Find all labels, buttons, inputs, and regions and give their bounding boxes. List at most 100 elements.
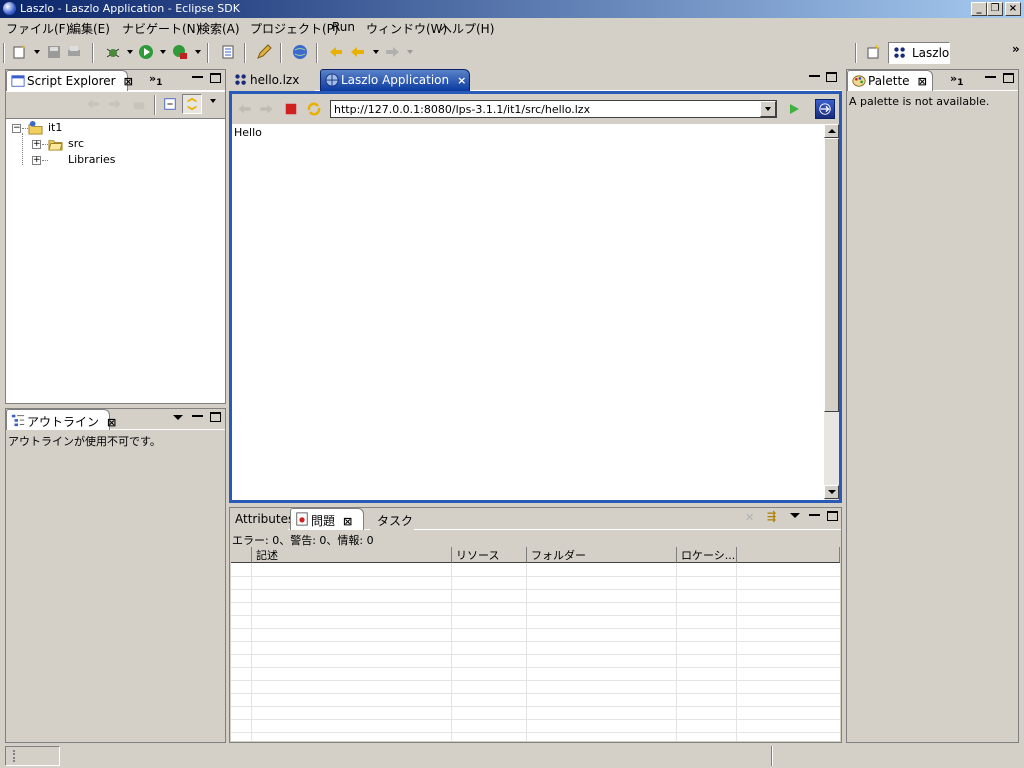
table-row <box>231 629 840 642</box>
fast-view-bar[interactable] <box>5 746 60 766</box>
scroll-down-button[interactable] <box>824 485 839 499</box>
status-separator <box>771 746 773 766</box>
tab-attributes[interactable]: Attributes <box>230 508 294 530</box>
menu-search[interactable]: 検索(A) <box>198 20 240 37</box>
url-input[interactable]: http://127.0.0.1:8080/lps-3.1.1/it1/src/… <box>330 100 777 118</box>
close-view-icon[interactable]: ⊠ <box>918 75 927 88</box>
scroll-up-button[interactable] <box>824 124 839 138</box>
menu-window[interactable]: ウィンドウ(W) <box>366 20 447 37</box>
new-dropdown-icon[interactable] <box>34 50 40 54</box>
perspective-laszlo[interactable]: Laszlo <box>888 42 950 64</box>
close-view-icon[interactable]: ⊠ <box>343 515 352 528</box>
scroll-thumb[interactable] <box>824 138 839 412</box>
title-bar[interactable]: Laszlo - Laszlo Application - Eclipse SD… <box>0 0 1024 18</box>
browser-go-icon[interactable] <box>786 101 802 117</box>
link-with-editor-toggle[interactable] <box>182 94 202 114</box>
tab-tasks[interactable]: タスク <box>370 508 414 530</box>
filter-icon[interactable]: ⇶ <box>767 510 776 523</box>
menu-run[interactable]: Run <box>332 20 355 34</box>
tab-outline[interactable]: アウトライン ⊠ <box>6 409 116 430</box>
delete-icon[interactable]: ✕ <box>745 511 754 524</box>
minimize-view-icon[interactable] <box>192 73 203 78</box>
grid-line <box>251 563 252 741</box>
palette-view: Palette ⊠ »1 A palette is not available. <box>846 69 1019 743</box>
view-menu-icon[interactable] <box>790 513 800 518</box>
minimize-view-icon[interactable] <box>192 412 203 417</box>
save-icon[interactable] <box>46 44 62 60</box>
back-icon[interactable] <box>350 44 366 60</box>
expand-toggle-icon[interactable]: + <box>32 140 41 149</box>
column-header-location[interactable]: ロケーシ... <box>677 547 737 563</box>
editor-tabs: hello.lzx Laszlo Application × <box>229 69 842 91</box>
forward-icon[interactable] <box>384 44 400 60</box>
menu-file[interactable]: ファイル(F) <box>6 20 70 37</box>
edit-pencil-icon[interactable] <box>256 44 272 60</box>
palette-content: A palette is not available. <box>847 92 1018 742</box>
forward-dropdown-icon[interactable] <box>407 50 413 54</box>
last-edit-location-icon[interactable] <box>328 44 344 60</box>
column-header-folder[interactable]: フォルダー <box>527 547 677 563</box>
url-history-dropdown[interactable] <box>760 101 776 117</box>
web-browser-icon[interactable] <box>292 44 308 60</box>
run-dropdown-icon[interactable] <box>160 50 166 54</box>
external-tools-icon[interactable] <box>172 44 188 60</box>
collapse-toggle-icon[interactable]: − <box>12 124 21 133</box>
maximize-view-icon[interactable] <box>210 73 221 83</box>
tab-palette[interactable]: Palette ⊠ <box>847 70 933 91</box>
menu-project[interactable]: プロジェクト(P) <box>250 20 339 37</box>
minimize-view-icon[interactable] <box>985 73 996 78</box>
new-icon[interactable] <box>12 44 28 60</box>
print-icon[interactable] <box>66 44 82 60</box>
browser-forward-icon[interactable] <box>259 102 274 116</box>
close-editor-icon[interactable]: × <box>457 74 466 87</box>
external-tools-dropdown-icon[interactable] <box>195 50 201 54</box>
back-dropdown-icon[interactable] <box>373 50 379 54</box>
view-overflow-chevron[interactable]: »1 <box>950 72 963 88</box>
minimize-editor-icon[interactable] <box>809 72 820 77</box>
back-icon[interactable] <box>86 97 100 111</box>
browser-stop-icon[interactable] <box>284 102 298 116</box>
column-header-resource[interactable]: リソース <box>452 547 527 563</box>
tab-hello-lzx[interactable]: hello.lzx <box>229 69 315 91</box>
column-header-description[interactable]: 記述 <box>252 547 452 563</box>
browser-vertical-scrollbar[interactable] <box>824 124 839 500</box>
up-folder-icon[interactable] <box>132 97 146 111</box>
maximize-view-icon[interactable] <box>827 511 838 521</box>
maximize-view-icon[interactable] <box>210 412 221 422</box>
minimize-view-icon[interactable] <box>809 511 820 516</box>
tab-problems[interactable]: 問題 ⊠ <box>290 508 364 530</box>
tab-laszlo-application[interactable]: Laszlo Application × <box>320 69 470 91</box>
maximize-editor-icon[interactable] <box>826 72 837 82</box>
laszlo-logo-button[interactable] <box>815 99 835 119</box>
table-row <box>231 720 840 733</box>
close-window-button[interactable]: × <box>1005 2 1021 16</box>
debug-icon[interactable] <box>105 44 121 60</box>
open-perspective-icon[interactable] <box>866 44 882 60</box>
run-icon[interactable] <box>138 44 154 60</box>
view-menu-icon[interactable] <box>210 99 216 103</box>
expand-toggle-icon[interactable]: + <box>32 156 41 165</box>
browser-refresh-icon[interactable] <box>306 101 322 117</box>
perspective-overflow-chevron[interactable]: » <box>1012 42 1020 56</box>
browser-back-icon[interactable] <box>237 102 252 116</box>
eclipse-icon <box>3 2 16 15</box>
debug-dropdown-icon[interactable] <box>127 50 133 54</box>
tab-label: アウトライン <box>27 415 100 429</box>
forward-icon[interactable] <box>108 97 122 111</box>
view-overflow-chevron[interactable]: »1 <box>149 72 162 88</box>
menu-edit[interactable]: 編集(E) <box>69 20 110 37</box>
collapse-all-icon[interactable] <box>163 97 177 111</box>
column-header-icon[interactable] <box>231 547 252 563</box>
minimize-window-button[interactable]: _ <box>971 2 987 16</box>
grid-line <box>676 563 677 741</box>
menu-navigate[interactable]: ナビゲート(N) <box>122 20 200 37</box>
menu-help[interactable]: ヘルプ(H) <box>440 20 494 37</box>
open-type-icon[interactable] <box>220 44 236 60</box>
view-menu-icon[interactable] <box>173 415 183 421</box>
close-view-icon[interactable]: ⊠ <box>107 416 116 429</box>
tab-script-explorer[interactable]: Script Explorer ⊠ <box>6 70 133 91</box>
maximize-view-icon[interactable] <box>1003 73 1014 83</box>
toolbar-separator <box>207 43 209 63</box>
close-view-icon[interactable]: ⊠ <box>124 75 133 88</box>
restore-window-button[interactable]: ❐ <box>987 2 1003 16</box>
